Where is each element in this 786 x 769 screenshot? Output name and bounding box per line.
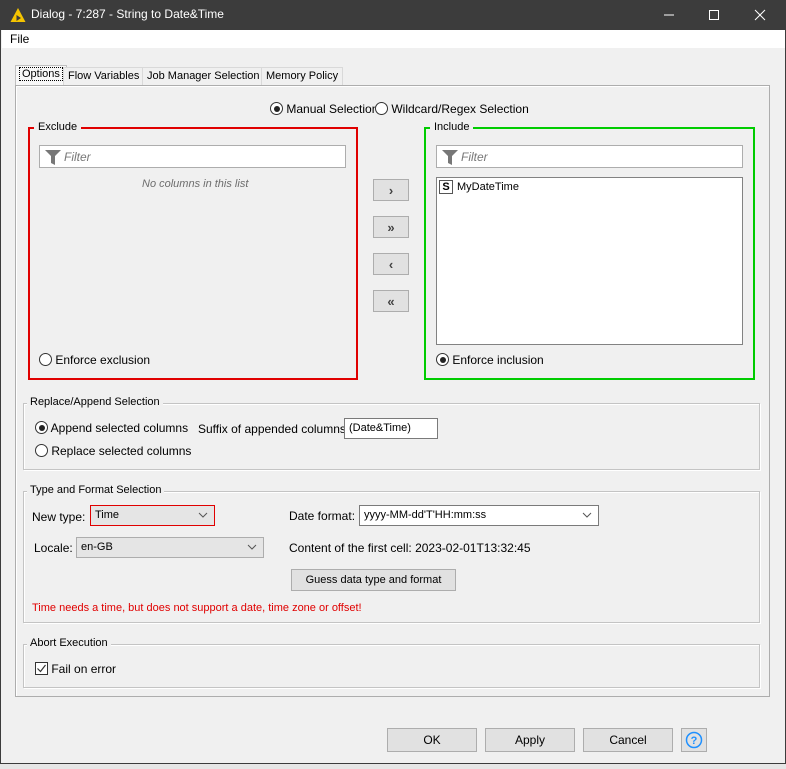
close-button[interactable] [737,0,783,30]
ok-button[interactable]: OK [387,728,477,752]
enforce-inclusion-radio[interactable]: Enforce inclusion [436,353,544,367]
replace-label: Replace selected columns [51,444,192,458]
date-format-combobox[interactable]: yyyy-MM-dd'T'HH:mm:ss [359,505,599,526]
new-type-value: Time [95,509,120,521]
enforce-exclusion-label: Enforce exclusion [55,353,151,367]
tab-options-label: Options [19,67,63,81]
first-cell-label: Content of the first cell: [289,541,412,555]
double-chevron-right-icon: » [387,219,395,235]
exclude-title: Exclude [34,121,82,133]
filter-icon [45,150,61,165]
locale-dropdown[interactable]: en-GB [76,537,264,558]
background-application-strip [0,764,786,769]
maximize-button[interactable] [691,0,737,30]
append-label: Append selected columns [50,421,189,435]
dialog-window: Dialog - 7:287 - String to Date&Time Fil… [0,0,786,764]
minimize-button[interactable] [646,0,692,30]
tab-memory-policy[interactable]: Memory Policy [261,67,344,85]
double-chevron-left-icon: « [387,293,395,309]
first-cell-content: Content of the first cell: 2023-02-01T13… [289,541,531,555]
date-format-value: yyyy-MM-dd'T'HH:mm:ss [364,509,487,521]
radio-unselected-icon [375,102,388,115]
fail-on-error-checkbox[interactable]: Fail on error [35,662,116,676]
help-button[interactable]: ? [681,728,707,752]
replace-append-title: Replace/Append Selection [27,396,163,408]
window-title: Dialog - 7:287 - String to Date&Time [31,7,224,21]
help-icon: ? [685,731,703,749]
guess-data-type-button[interactable]: Guess data type and format [291,569,456,591]
append-selected-columns-radio[interactable]: Append selected columns [35,421,188,435]
chevron-right-icon: › [388,182,394,198]
radio-unselected-icon [35,444,48,457]
locale-value: en-GB [81,541,113,553]
abort-execution-group: Abort Execution [23,637,760,688]
tab-options[interactable]: Options [15,65,67,86]
minimize-icon [664,14,674,16]
add-button[interactable]: › [373,179,409,201]
close-icon [754,9,766,21]
include-title: Include [430,121,474,133]
exclude-empty-message: No columns in this list [142,178,249,190]
include-filter-input[interactable]: Filter [436,145,743,168]
tab-flow-variables[interactable]: Flow Variables [63,67,145,85]
checkbox-checked-icon [35,662,48,675]
string-type-icon: S [439,180,453,194]
fail-on-error-label: Fail on error [51,662,117,676]
remove-all-button[interactable]: « [373,290,409,312]
enforce-inclusion-label: Enforce inclusion [452,353,544,367]
radio-selected-icon [436,353,449,366]
date-format-label: Date format: [289,509,356,523]
radio-selected-icon [35,421,48,434]
apply-button[interactable]: Apply [485,728,575,752]
list-item[interactable]: S MyDateTime [439,179,519,195]
abort-execution-title: Abort Execution [27,637,111,649]
first-cell-value: 2023-02-01T13:32:45 [415,541,531,555]
add-all-button[interactable]: » [373,216,409,238]
exclude-filter-placeholder: Filter [64,150,91,164]
chevron-left-icon: ‹ [388,256,394,272]
chevron-down-icon [247,544,257,550]
wildcard-regex-label: Wildcard/Regex Selection [391,102,529,116]
new-type-label: New type: [32,510,86,524]
menu-file[interactable]: File [10,32,29,46]
manual-selection-label: Manual Selection [286,102,379,116]
filter-icon [442,150,458,165]
radio-unselected-icon [39,353,52,366]
menu-bar: File [2,30,785,48]
new-type-dropdown[interactable]: Time [90,505,215,526]
include-filter-placeholder: Filter [461,150,488,164]
chevron-down-icon [582,512,592,518]
error-message: Time needs a time, but does not support … [32,602,362,614]
svg-text:?: ? [691,735,698,747]
include-list[interactable]: S MyDateTime [436,177,743,345]
locale-label: Locale: [34,541,73,555]
cancel-button[interactable]: Cancel [583,728,673,752]
enforce-exclusion-radio[interactable]: Enforce exclusion [39,353,150,367]
exclude-filter-input[interactable]: Filter [39,145,346,168]
knime-warning-triangle-icon [10,8,26,22]
wildcard-regex-selection-radio[interactable]: Wildcard/Regex Selection [375,102,529,116]
title-bar[interactable]: Dialog - 7:287 - String to Date&Time [1,0,786,30]
replace-selected-columns-radio[interactable]: Replace selected columns [35,444,191,458]
chevron-down-icon [198,512,208,518]
remove-button[interactable]: ‹ [373,253,409,275]
radio-selected-icon [270,102,283,115]
tab-memory-policy-label: Memory Policy [266,70,339,82]
column-name: MyDateTime [457,181,519,193]
tab-job-manager-label: Job Manager Selection [147,70,260,82]
type-format-title: Type and Format Selection [27,484,165,496]
tab-flow-variables-label: Flow Variables [68,70,140,82]
suffix-label: Suffix of appended columns: [198,422,350,436]
manual-selection-radio[interactable]: Manual Selection [270,102,378,116]
suffix-input[interactable]: (Date&Time) [344,418,438,439]
maximize-icon [709,10,719,20]
tab-job-manager-selection[interactable]: Job Manager Selection [142,67,265,85]
